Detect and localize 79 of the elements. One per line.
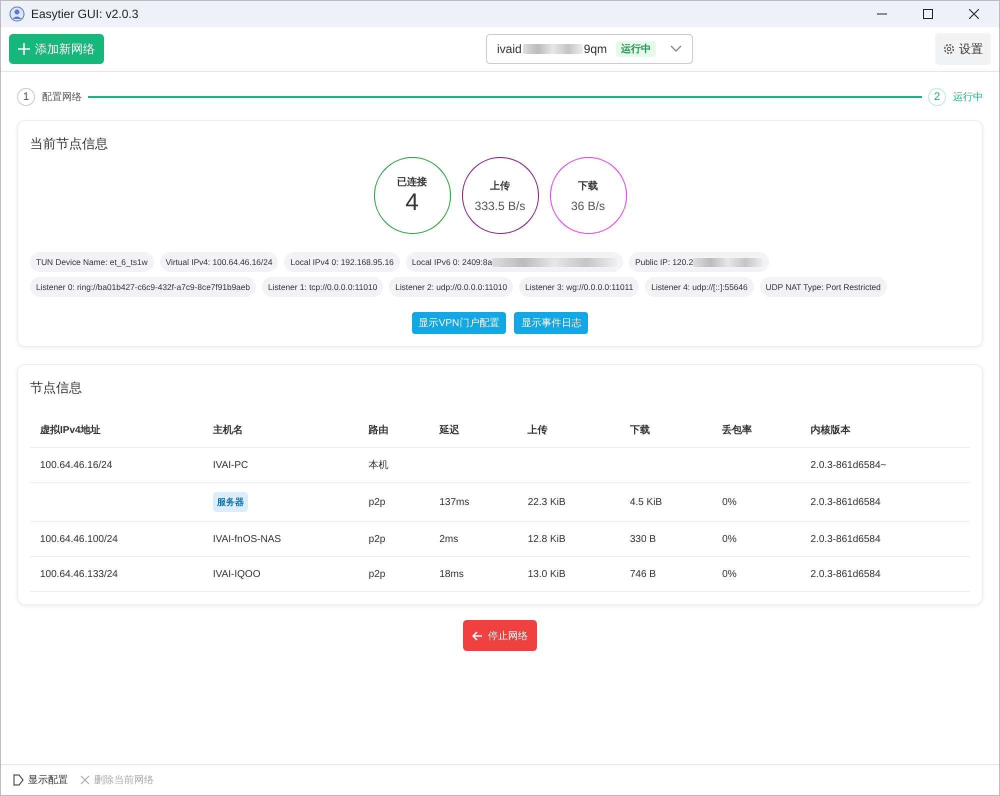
info-text: Listener 4: udp://[::]:55646 — [651, 282, 748, 292]
column-header: 内核版本 — [800, 413, 970, 448]
column-header: 路由 — [358, 413, 430, 448]
table-cell: 2.0.3-861d6584 — [800, 522, 970, 556]
table-cell: 22.3 KiB — [518, 482, 620, 522]
table-cell: 746 B — [620, 556, 712, 592]
column-header: 下载 — [620, 413, 712, 448]
stat-label: 上传 — [490, 180, 510, 192]
info-text: Local IPv4 0: 192.168.95.16 — [290, 257, 394, 267]
table-cell: 100.64.46.100/24 — [30, 522, 203, 556]
network-dropdown[interactable]: ivaid 9qm 运行中 — [486, 34, 693, 64]
column-header: 延迟 — [429, 413, 518, 448]
table-cell: 12.8 KiB — [518, 522, 620, 556]
step-number: 2 — [928, 88, 946, 106]
table-cell: 0% — [712, 556, 800, 592]
info-text: Local IPv6 0: 2409:8a — [412, 257, 492, 267]
table-cell: 2ms — [429, 522, 518, 556]
close-icon — [80, 775, 90, 785]
stat-value: 4 — [405, 188, 419, 216]
event-log-button[interactable]: 显示事件日志 — [514, 312, 588, 334]
server-tag: 服务器 — [212, 492, 248, 512]
stat-value: 333.5 B/s — [474, 198, 526, 212]
stop-network-button[interactable]: 停止网络 — [463, 620, 537, 651]
table-cell: 330 B — [620, 522, 712, 556]
column-header: 虚拟IPv4地址 — [30, 413, 203, 448]
table-cell: 100.64.46.133/24 — [30, 556, 203, 592]
redacted-text — [522, 44, 583, 54]
table-cell: IVAI-fnOS-NAS — [202, 522, 359, 556]
table-cell: IVAI-IQOO — [202, 556, 359, 592]
table-cell: 2.0.3-861d6584 — [800, 556, 970, 592]
table-cell: 0% — [712, 522, 800, 556]
maximize-icon — [923, 9, 933, 19]
stat-value: 36 B/s — [570, 198, 606, 212]
info-text: UDP NAT Type: Port Restricted — [766, 282, 881, 292]
table-cell: 2.0.3-861d6584 — [800, 482, 970, 522]
step-label: 配置网络 — [42, 90, 82, 104]
app-logo-icon — [9, 6, 25, 22]
step-label: 运行中 — [953, 90, 983, 104]
table-cell: 137ms — [429, 482, 518, 522]
table-cell: 0% — [712, 482, 800, 522]
table-cell: 本机 — [358, 448, 430, 482]
info-text: Listener 3: wg://0.0.0.0:11011 — [525, 282, 634, 292]
table-cell: 4.5 KiB — [620, 482, 712, 522]
table-cell: 100.64.46.16/24 — [30, 448, 203, 482]
settings-button[interactable]: 设置 — [935, 33, 991, 65]
table-cell: p2p — [358, 556, 430, 592]
column-header: 上传 — [518, 413, 620, 448]
column-header: 主机名 — [202, 413, 359, 448]
table-cell: p2p — [358, 522, 430, 556]
stat-label: 下载 — [578, 180, 598, 192]
vpn-config-button[interactable]: 显示VPN门户配置 — [412, 312, 506, 334]
table-cell: 2.0.3-861d6584~ — [800, 448, 970, 482]
card-title: 节点信息 — [30, 379, 83, 397]
info-text: Virtual IPv4: 100.64.46.16/24 — [166, 257, 272, 267]
window-title: Easytier GUI: v2.0.3 — [31, 7, 138, 21]
info-text: Public IP: 120.2 — [635, 257, 694, 267]
show-config-button[interactable]: 显示配置 — [13, 773, 68, 787]
table-cell: IVAI-PC — [202, 448, 359, 482]
settings-icon — [943, 43, 955, 55]
info-text: Listener 1: tcp://0.0.0.0:11010 — [268, 282, 378, 292]
status-tag: 运行中 — [616, 41, 656, 57]
network-name: 9qm — [584, 42, 608, 56]
table-cell: 18ms — [429, 556, 518, 592]
chevron-down-icon — [670, 45, 682, 53]
step-number: 1 — [17, 88, 35, 106]
arrow-left-icon — [472, 630, 483, 640]
add-network-button[interactable]: 添加新网络 — [9, 34, 104, 64]
network-name: ivaid — [497, 42, 522, 56]
info-text: TUN Device Name: et_6_ts1w — [36, 257, 148, 267]
info-text: Listener 2: udp://0.0.0.0:11010 — [395, 282, 508, 292]
card-title: 当前节点信息 — [30, 135, 109, 153]
table-cell: 13.0 KiB — [518, 556, 620, 592]
column-header: 丢包率 — [712, 413, 800, 448]
table-cell: p2p — [358, 482, 430, 522]
info-text: Listener 0: ring://ba01b427-c6c9-432f-a7c9-8ce7f91b9aeb — [36, 282, 250, 292]
plus-icon — [18, 43, 30, 55]
redacted-text — [693, 258, 764, 266]
stat-label: 已连接 — [397, 176, 427, 188]
close-icon — [969, 9, 979, 19]
